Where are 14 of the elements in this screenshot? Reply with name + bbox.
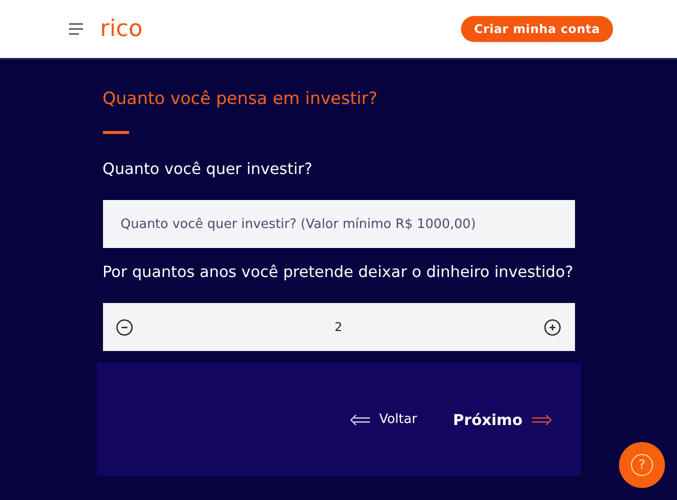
- question-label: Quanto você quer investir?: [102, 160, 314, 178]
- question-label: Por quantos anos você pretende deixar o dinheiro investido?: [102, 263, 574, 281]
- right-arrow-icon: [530, 414, 552, 426]
- left-arrow-icon: [349, 414, 372, 426]
- amount-field[interactable]: Quanto você quer investir? (Valor mínimo R$ 1000,00): [102, 200, 574, 248]
- stepper-value: 2: [334, 320, 342, 334]
- accent-bar: [102, 131, 128, 134]
- section-title: Quanto você pensa em investir?: [102, 89, 378, 109]
- next-button[interactable]: Próximo: [453, 410, 552, 428]
- back-button[interactable]: Voltar: [349, 412, 418, 427]
- plus-icon[interactable]: [544, 318, 562, 336]
- minus-icon[interactable]: [116, 318, 132, 336]
- years-stepper[interactable]: 2: [102, 303, 574, 351]
- menu-icon[interactable]: [68, 23, 84, 35]
